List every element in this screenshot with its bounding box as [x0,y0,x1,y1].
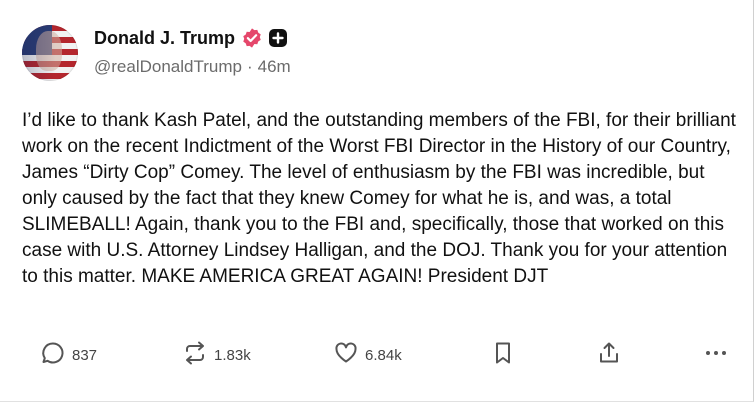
meta-separator: · [246,57,253,76]
post-action-bar: 837 1.83k 6.84k [0,340,754,370]
avatar[interactable] [22,25,78,81]
plus-badge-icon [268,28,288,48]
author-info: Donald J. Trump @realDonaldTrump · 46m [94,25,291,77]
avatar-shade [22,25,78,81]
like-count: 6.84k [365,346,402,364]
reply-button[interactable]: 837 [40,340,97,370]
bookmark-button[interactable] [490,340,516,370]
post-timestamp[interactable]: 46m [258,57,291,77]
heart-icon [333,340,359,371]
reply-icon [40,340,66,371]
author-meta-row: @realDonaldTrump · 46m [94,57,291,77]
author-display-name[interactable]: Donald J. Trump [94,28,235,49]
author-name-row: Donald J. Trump [94,25,291,51]
author-handle[interactable]: @realDonaldTrump [94,57,242,77]
verified-badge-icon [241,27,263,49]
more-options-icon [703,340,729,371]
share-icon [596,340,622,371]
post-card: Donald J. Trump @realDonaldTrump · 46m I… [0,0,754,402]
retruth-button[interactable]: 1.83k [182,340,251,370]
retruth-count: 1.83k [214,346,251,364]
reply-count: 837 [72,346,98,364]
more-options-button[interactable] [703,340,729,370]
bookmark-icon [490,340,516,371]
post-body-text: I’d like to thank Kash Patel, and the ou… [22,110,736,287]
post-header: Donald J. Trump @realDonaldTrump · 46m [22,25,291,81]
repost-icon [182,340,208,371]
share-button[interactable] [596,340,622,370]
like-button[interactable]: 6.84k [333,340,402,370]
